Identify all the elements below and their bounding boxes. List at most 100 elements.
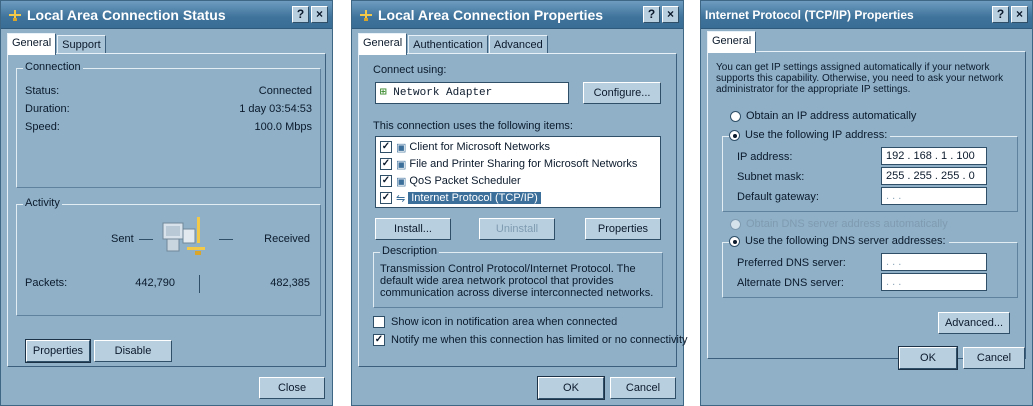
item-label: Internet Protocol (TCP/IP) xyxy=(408,192,541,204)
alternate-dns-input[interactable]: . . . xyxy=(881,273,987,291)
use-following-dns-radio[interactable] xyxy=(729,235,740,247)
cancel-button-label: Cancel xyxy=(976,352,1012,364)
use-following-ip-option[interactable]: Use the following IP address: xyxy=(729,129,891,141)
ip-address-label: IP address: xyxy=(737,151,793,163)
help-button[interactable]: ? xyxy=(643,6,660,23)
sent-line xyxy=(139,239,153,240)
tab-panel-general: You can get IP settings assigned automat… xyxy=(707,51,1026,359)
status-label: Status: xyxy=(25,85,60,97)
tab-authentication[interactable]: Authentication xyxy=(408,35,488,55)
subnet-mask-label: Subnet mask: xyxy=(737,171,805,183)
received-line xyxy=(219,239,233,240)
obtain-ip-auto-option[interactable]: Obtain an IP address automatically xyxy=(730,110,916,122)
preferred-dns-label: Preferred DNS server: xyxy=(737,257,846,269)
description-group-label: Description xyxy=(380,245,440,257)
preferred-dns-input[interactable]: . . . xyxy=(881,253,987,271)
default-gateway-label: Default gateway: xyxy=(737,191,819,203)
properties-button-label: Properties xyxy=(32,345,84,357)
packets-divider xyxy=(199,275,200,293)
ok-button-label: OK xyxy=(920,352,936,364)
disable-button[interactable]: Disable xyxy=(94,340,172,362)
ip-address-input[interactable]: 192 . 168 . 1 . 100 xyxy=(881,147,987,165)
item-checkbox[interactable]: ✓ xyxy=(380,192,392,204)
qos-icon: ▣ xyxy=(396,175,407,188)
item-properties-button[interactable]: Properties xyxy=(585,218,661,240)
list-item-qos[interactable]: ✓ ▣ QoS Packet Scheduler xyxy=(380,173,521,189)
item-checkbox[interactable]: ✓ xyxy=(380,175,392,187)
tab-strip: General Authentication Advanced xyxy=(358,33,549,55)
connection-properties-window: Local Area Connection Properties ? × Gen… xyxy=(351,0,688,406)
tab-support[interactable]: Support xyxy=(57,35,106,55)
properties-button[interactable]: Properties xyxy=(25,339,91,363)
list-item-tcpip[interactable]: ✓ ⇋ Internet Protocol (TCP/IP) xyxy=(380,190,541,206)
adapter-name: Network Adapter xyxy=(393,87,493,99)
uninstall-button[interactable]: Uninstall xyxy=(479,218,555,240)
disable-button-label: Disable xyxy=(114,345,152,357)
ok-button[interactable]: OK xyxy=(898,346,958,370)
obtain-dns-auto-radio[interactable] xyxy=(730,218,741,230)
list-item-file-printer-sharing[interactable]: ✓ ▣ File and Printer Sharing for Microso… xyxy=(380,156,637,172)
item-checkbox[interactable]: ✓ xyxy=(380,141,392,153)
close-window-button[interactable]: × xyxy=(662,6,679,23)
obtain-ip-auto-radio[interactable] xyxy=(730,110,741,122)
connection-group: Connection Status: Connected Duration: 1… xyxy=(16,61,321,188)
help-button[interactable]: ? xyxy=(992,6,1009,23)
cancel-button-label: Cancel xyxy=(625,382,661,394)
tcpip-properties-window: Internet Protocol (TCP/IP) Properties ? … xyxy=(700,0,1033,406)
uninstall-button-label: Uninstall xyxy=(495,223,539,235)
tab-advanced[interactable]: Advanced xyxy=(488,35,548,55)
install-button[interactable]: Install... xyxy=(375,218,451,240)
network-connection-icon xyxy=(9,9,21,21)
tab-general[interactable]: General xyxy=(358,33,408,55)
adapter-field: ⊞ Network Adapter xyxy=(375,82,569,104)
subnet-mask-input[interactable]: 255 . 255 . 255 . 0 xyxy=(881,167,987,185)
configure-button[interactable]: Configure... xyxy=(583,82,661,104)
ok-button-label: OK xyxy=(563,382,579,394)
network-adapter-icon: ⊞ xyxy=(380,87,387,99)
cancel-button[interactable]: Cancel xyxy=(610,377,676,399)
window-title: Internet Protocol (TCP/IP) Properties xyxy=(705,7,914,22)
received-label: Received xyxy=(264,233,310,245)
notify-option[interactable]: ✓ Notify me when this connection has lim… xyxy=(373,334,688,346)
ip-address-group: Use the following IP address: IP address… xyxy=(722,129,1018,212)
tab-general[interactable]: General xyxy=(707,31,757,53)
speed-value: 100.0 Mbps xyxy=(254,121,312,133)
show-icon-option[interactable]: Show icon in notification area when conn… xyxy=(373,316,617,328)
items-listbox[interactable]: ✓ ▣ Client for Microsoft Networks ✓ ▣ Fi… xyxy=(375,136,661,208)
obtain-dns-auto-option[interactable]: Obtain DNS server address automatically xyxy=(730,218,948,230)
intro-text: You can get IP settings assigned automat… xyxy=(716,62,1004,95)
advanced-button[interactable]: Advanced... xyxy=(938,312,1010,334)
advanced-button-label: Advanced... xyxy=(944,317,1004,329)
item-label: File and Printer Sharing for Microsoft N… xyxy=(409,158,638,170)
alternate-dns-label: Alternate DNS server: xyxy=(737,277,844,289)
speed-label: Speed: xyxy=(25,121,60,133)
default-gateway-input[interactable]: . . . xyxy=(881,187,987,205)
status-title-bar[interactable]: Local Area Connection Status ? × xyxy=(1,1,332,29)
cancel-button[interactable]: Cancel xyxy=(963,347,1025,369)
protocol-icon: ⇋ xyxy=(396,192,406,205)
use-following-dns-label: Use the following DNS server addresses: xyxy=(745,235,946,247)
obtain-ip-auto-label: Obtain an IP address automatically xyxy=(746,110,917,122)
item-checkbox[interactable]: ✓ xyxy=(380,158,392,170)
ok-button[interactable]: OK xyxy=(537,376,605,400)
close-window-button[interactable]: × xyxy=(311,6,328,23)
packets-label: Packets: xyxy=(25,277,68,289)
help-button[interactable]: ? xyxy=(292,6,309,23)
use-following-ip-radio[interactable] xyxy=(729,129,740,141)
list-item-client[interactable]: ✓ ▣ Client for Microsoft Networks xyxy=(380,139,550,155)
connection-status-window: Local Area Connection Status ? × General… xyxy=(0,0,333,406)
packets-received-value: 482,385 xyxy=(270,277,310,289)
use-following-dns-option[interactable]: Use the following DNS server addresses: xyxy=(729,235,949,247)
tcpip-title-bar[interactable]: Internet Protocol (TCP/IP) Properties ? … xyxy=(701,1,1032,29)
show-icon-checkbox[interactable] xyxy=(373,316,385,328)
tab-strip: General Support xyxy=(7,33,107,55)
tab-general[interactable]: General xyxy=(7,33,57,55)
item-properties-button-label: Properties xyxy=(597,223,649,235)
notify-checkbox[interactable]: ✓ xyxy=(373,334,385,346)
connection-group-label: Connection xyxy=(23,61,83,73)
close-button-label: Close xyxy=(277,382,307,394)
close-window-button[interactable]: × xyxy=(1011,6,1028,23)
properties-title-bar[interactable]: Local Area Connection Properties ? × xyxy=(352,1,683,29)
window-title: Local Area Connection Status xyxy=(27,6,226,23)
close-button[interactable]: Close xyxy=(259,377,325,399)
